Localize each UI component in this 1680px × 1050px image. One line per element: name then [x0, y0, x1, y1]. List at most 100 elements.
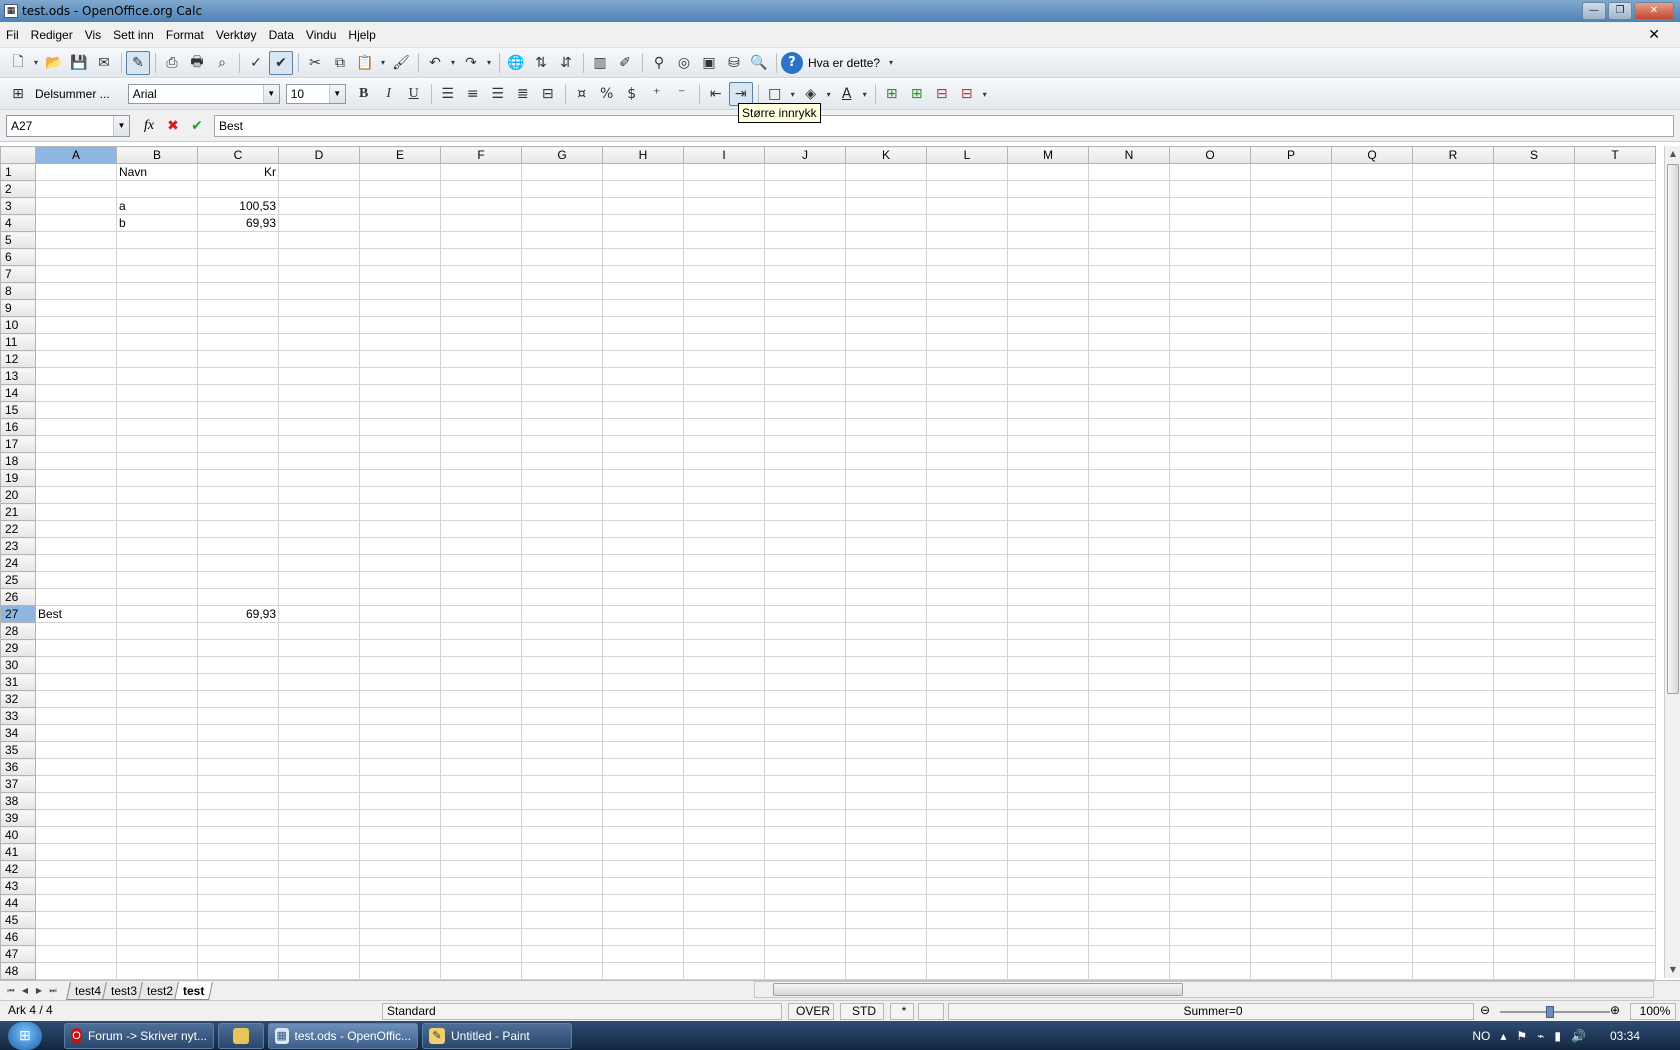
cell-d38[interactable]	[278, 792, 360, 810]
cell-m40[interactable]	[1007, 826, 1089, 844]
close-document-icon[interactable]: ✕	[1648, 26, 1660, 43]
cell-h22[interactable]	[602, 520, 684, 538]
cell-f14[interactable]	[440, 384, 522, 402]
cell-o35[interactable]	[1169, 741, 1251, 759]
cell-b5[interactable]	[116, 231, 198, 249]
cell-e26[interactable]	[359, 588, 441, 606]
cell-c8[interactable]	[197, 282, 279, 300]
cell-t17[interactable]	[1574, 435, 1656, 453]
cell-i15[interactable]	[683, 401, 765, 419]
cell-i7[interactable]	[683, 265, 765, 283]
cell-t35[interactable]	[1574, 741, 1656, 759]
cell-r5[interactable]	[1412, 231, 1494, 249]
cell-d8[interactable]	[278, 282, 360, 300]
cell-r38[interactable]	[1412, 792, 1494, 810]
cell-k10[interactable]	[845, 316, 927, 334]
undo-dropdown-icon[interactable]: ▾	[448, 51, 458, 75]
next-sheet-icon[interactable]: ▶	[32, 984, 46, 998]
cell-q36[interactable]	[1331, 758, 1413, 776]
cell-a38[interactable]	[35, 792, 117, 810]
cell-a31[interactable]	[35, 673, 117, 691]
cell-d28[interactable]	[278, 622, 360, 640]
cell-k13[interactable]	[845, 367, 927, 385]
cell-r37[interactable]	[1412, 775, 1494, 793]
cell-b29[interactable]	[116, 639, 198, 657]
cell-m1[interactable]	[1007, 163, 1089, 181]
cell-q25[interactable]	[1331, 571, 1413, 589]
row-header[interactable]: 13	[0, 367, 36, 385]
cell-e44[interactable]	[359, 894, 441, 912]
zoom-icon[interactable]: 🔍	[747, 51, 771, 75]
cell-p13[interactable]	[1250, 367, 1332, 385]
cell-d10[interactable]	[278, 316, 360, 334]
cell-n10[interactable]	[1088, 316, 1170, 334]
cell-n22[interactable]	[1088, 520, 1170, 538]
cell-q42[interactable]	[1331, 860, 1413, 878]
cell-t42[interactable]	[1574, 860, 1656, 878]
cell-f47[interactable]	[440, 945, 522, 963]
cell-a6[interactable]	[35, 248, 117, 266]
cell-s2[interactable]	[1493, 180, 1575, 198]
cell-m21[interactable]	[1007, 503, 1089, 521]
cell-p25[interactable]	[1250, 571, 1332, 589]
cell-k42[interactable]	[845, 860, 927, 878]
cell-b4[interactable]: b	[116, 214, 198, 232]
font-size-combo[interactable]: 10 ▼	[285, 84, 346, 104]
cell-j21[interactable]	[764, 503, 846, 521]
cell-o42[interactable]	[1169, 860, 1251, 878]
cell-s19[interactable]	[1493, 469, 1575, 487]
cell-h24[interactable]	[602, 554, 684, 572]
cell-q48[interactable]	[1331, 962, 1413, 980]
row-header[interactable]: 14	[0, 384, 36, 402]
task-opera[interactable]: O Forum -> Skriver nyt...	[64, 1022, 214, 1049]
cell-l27[interactable]	[926, 605, 1008, 623]
cell-h47[interactable]	[602, 945, 684, 963]
column-header-q[interactable]: Q	[1331, 146, 1413, 164]
spellcheck-icon[interactable]: ✓	[244, 51, 268, 75]
subtotals-button[interactable]: Delsummer ...	[35, 87, 110, 101]
cell-g41[interactable]	[521, 843, 603, 861]
cell-d13[interactable]	[278, 367, 360, 385]
cell-o3[interactable]	[1169, 197, 1251, 215]
cell-i27[interactable]	[683, 605, 765, 623]
cell-i2[interactable]	[683, 180, 765, 198]
cell-a41[interactable]	[35, 843, 117, 861]
cell-q39[interactable]	[1331, 809, 1413, 827]
cell-s32[interactable]	[1493, 690, 1575, 708]
cell-a44[interactable]	[35, 894, 117, 912]
row-header[interactable]: 3	[0, 197, 36, 215]
autospellcheck-icon[interactable]: ✔	[269, 50, 293, 75]
cell-j20[interactable]	[764, 486, 846, 504]
cell-j38[interactable]	[764, 792, 846, 810]
cell-k9[interactable]	[845, 299, 927, 317]
cell-p14[interactable]	[1250, 384, 1332, 402]
cell-g22[interactable]	[521, 520, 603, 538]
cell-f18[interactable]	[440, 452, 522, 470]
menu-data[interactable]: Data	[269, 28, 294, 42]
cell-f8[interactable]	[440, 282, 522, 300]
cell-n31[interactable]	[1088, 673, 1170, 691]
cell-i26[interactable]	[683, 588, 765, 606]
cell-l4[interactable]	[926, 214, 1008, 232]
cell-b43[interactable]	[116, 877, 198, 895]
cell-t28[interactable]	[1574, 622, 1656, 640]
cell-d36[interactable]	[278, 758, 360, 776]
cell-s42[interactable]	[1493, 860, 1575, 878]
cell-r34[interactable]	[1412, 724, 1494, 742]
cell-r44[interactable]	[1412, 894, 1494, 912]
align-left-icon[interactable]: ☰	[436, 82, 460, 106]
cell-c46[interactable]	[197, 928, 279, 946]
cell-c44[interactable]	[197, 894, 279, 912]
cell-e30[interactable]	[359, 656, 441, 674]
cell-f21[interactable]	[440, 503, 522, 521]
cell-g45[interactable]	[521, 911, 603, 929]
cell-j35[interactable]	[764, 741, 846, 759]
cell-j32[interactable]	[764, 690, 846, 708]
cell-r25[interactable]	[1412, 571, 1494, 589]
cell-e46[interactable]	[359, 928, 441, 946]
row-header[interactable]: 16	[0, 418, 36, 436]
cell-s29[interactable]	[1493, 639, 1575, 657]
cell-e34[interactable]	[359, 724, 441, 742]
cell-g14[interactable]	[521, 384, 603, 402]
whats-this-button[interactable]: Hva er dette?	[808, 56, 880, 70]
